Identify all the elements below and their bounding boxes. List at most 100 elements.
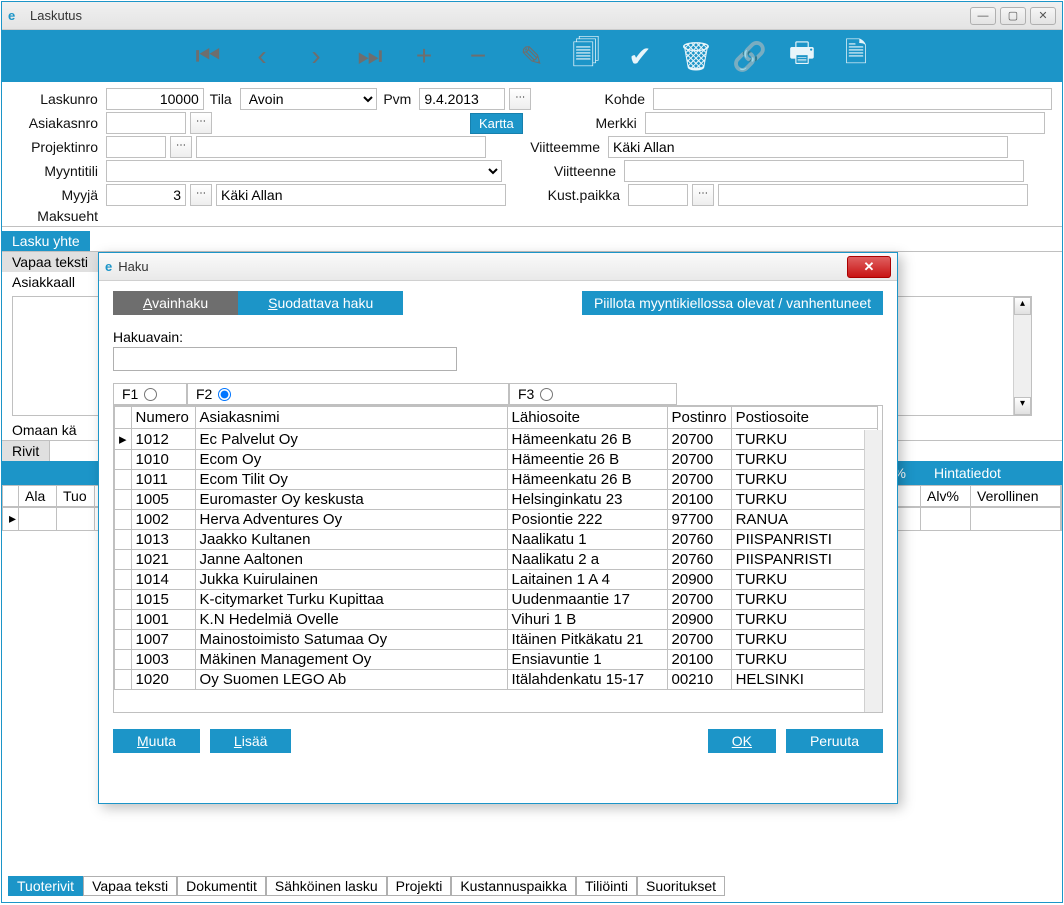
col-postiosoite[interactable]: Postiosoite [731, 407, 877, 429]
col-numero[interactable]: Numero [131, 407, 195, 429]
table-row[interactable]: 1021Janne AaltonenNaalikatu 2 a20760PIIS… [115, 550, 878, 570]
kustpaikka-lookup-button[interactable]: ⋯ [692, 184, 714, 206]
export-icon[interactable]: 🗎 [840, 32, 872, 80]
sort-f1-radio[interactable]: F1 [113, 383, 187, 405]
bottom-tab-tuoterivit[interactable]: Tuoterivit [8, 876, 83, 896]
bottom-tab-projekti[interactable]: Projekti [387, 876, 452, 896]
table-row[interactable]: 1007Mainostoimisto Satumaa OyItäinen Pit… [115, 630, 878, 650]
prev-icon[interactable]: ‹ [246, 40, 278, 72]
scroll-up-icon[interactable]: ▴ [1014, 297, 1031, 315]
asiakasnro-lookup-button[interactable]: ⋯ [190, 112, 212, 134]
myyja-name-input[interactable] [216, 184, 506, 206]
col-postinro[interactable]: Postinro [667, 407, 731, 429]
table-row[interactable]: 1013Jaakko KultanenNaalikatu 120760PIISP… [115, 530, 878, 550]
copy-icon[interactable]: 🗐 [570, 32, 602, 80]
kohde-label: Kohde [569, 91, 649, 107]
muuta-button[interactable]: Muuta [113, 729, 200, 753]
projektinro-lookup-button[interactable]: ⋯ [170, 136, 192, 158]
laskunro-label: Laskunro [12, 91, 102, 107]
table-row[interactable]: 1011Ecom Tilit OyHämeenkatu 26 B20700TUR… [115, 470, 878, 490]
table-row[interactable]: 1001K.N Hedelmiä OvelleVihuri 1 B20900TU… [115, 610, 878, 630]
table-scrollbar[interactable] [864, 430, 882, 712]
myyja-lookup-button[interactable]: ⋯ [190, 184, 212, 206]
kartta-button[interactable]: Kartta [470, 113, 523, 134]
delete-icon[interactable]: 🗑 [678, 40, 710, 73]
search-dialog: e Haku ✕ Avainhaku Suodattava haku Piill… [98, 252, 898, 804]
table-row[interactable]: 1015K-citymarket Turku KupittaaUudenmaan… [115, 590, 878, 610]
hakuavain-label: Hakuavain: [113, 329, 883, 345]
lisaa-button[interactable]: Lisää [210, 729, 291, 753]
viitteenne-input[interactable] [624, 160, 1024, 182]
bottom-tabs: TuoterivitVapaa tekstiDokumentitSähköine… [8, 876, 725, 896]
remove-icon[interactable]: − [462, 40, 494, 72]
viitteenne-label: Viitteenne [540, 163, 620, 179]
print-icon[interactable]: 🖶 [786, 32, 818, 80]
viitteemme-input[interactable] [608, 136, 1008, 158]
kustpaikka-input[interactable] [628, 184, 688, 206]
dialog-title: Haku [118, 259, 847, 274]
viitteemme-label: Viitteemme [524, 139, 604, 155]
merkki-input[interactable] [645, 112, 1045, 134]
laskunro-input[interactable] [106, 88, 204, 110]
tab-suodattava-haku[interactable]: Suodattava haku [238, 291, 403, 315]
col-asiakasnimi[interactable]: Asiakasnimi [195, 407, 507, 429]
tila-label: Tila [208, 91, 236, 107]
hide-sales-ban-button[interactable]: Piillota myyntikiellossa olevat / vanhen… [582, 291, 883, 315]
tab-avainhaku[interactable]: Avainhaku [113, 291, 238, 315]
bottom-tab-sähköinen-lasku[interactable]: Sähköinen lasku [266, 876, 387, 896]
bottom-tab-vapaa-teksti[interactable]: Vapaa teksti [83, 876, 177, 896]
last-icon[interactable]: ⏭ [354, 40, 386, 73]
lasku-yhteensa-tab[interactable]: Lasku yhte [2, 231, 90, 251]
sort-f3-radio[interactable]: F3 [509, 383, 677, 405]
projektinro-name-input[interactable] [196, 136, 486, 158]
window-title: Laskutus [30, 8, 970, 23]
pvm-label: Pvm [381, 91, 415, 107]
table-row[interactable]: 1002Herva Adventures OyPosiontie 2229770… [115, 510, 878, 530]
col-ala: Ala [19, 486, 57, 506]
table-row[interactable]: 1005Euromaster Oy keskustaHelsinginkatu … [115, 490, 878, 510]
col-lahiosoite[interactable]: Lähiosoite [507, 407, 667, 429]
first-icon[interactable]: ⏮ [192, 40, 224, 73]
peruuta-button[interactable]: Peruuta [786, 729, 883, 753]
hakuavain-input[interactable] [113, 347, 457, 371]
kustpaikka-name-input[interactable] [718, 184, 1028, 206]
col-verollinen: Verollinen [971, 486, 1061, 506]
tila-select[interactable]: Avoin [240, 88, 378, 110]
attachment-icon[interactable]: 🔗 [732, 40, 764, 73]
table-row[interactable]: ▸1012Ec Palvelut OyHämeenkatu 26 B20700T… [115, 429, 878, 450]
close-button[interactable]: ✕ [1030, 7, 1056, 25]
dialog-titlebar: e Haku ✕ [99, 253, 897, 281]
dialog-close-button[interactable]: ✕ [847, 256, 891, 278]
bottom-tab-kustannuspaikka[interactable]: Kustannuspaikka [451, 876, 576, 896]
kohde-input[interactable] [653, 88, 1052, 110]
edit-icon[interactable]: ✎ [516, 40, 548, 73]
confirm-icon[interactable]: ✔ [624, 40, 656, 73]
table-row[interactable]: 1010Ecom OyHämeentie 26 B20700TURKU [115, 450, 878, 470]
add-icon[interactable]: + [408, 40, 440, 72]
results-table[interactable]: Numero Asiakasnimi Lähiosoite Postinro P… [113, 405, 883, 713]
next-icon[interactable]: › [300, 40, 332, 72]
bottom-tab-suoritukset[interactable]: Suoritukset [637, 876, 725, 896]
bottom-tab-tiliöinti[interactable]: Tiliöinti [576, 876, 637, 896]
minimize-button[interactable]: — [970, 7, 996, 25]
projektinro-input[interactable] [106, 136, 166, 158]
table-row[interactable]: 1003Mäkinen Management OyEnsiavuntie 120… [115, 650, 878, 670]
app-icon: e [8, 8, 24, 24]
kustpaikka-label: Kust.paikka [544, 187, 624, 203]
bottom-tab-dokumentit[interactable]: Dokumentit [177, 876, 266, 896]
scroll-down-icon[interactable]: ▾ [1014, 397, 1031, 415]
sort-f2-radio[interactable]: F2 [187, 383, 509, 405]
toolbar: ⏮ ‹ › ⏭ + − ✎ 🗐 ✔ 🗑 🔗 🖶 🗎 [2, 30, 1062, 82]
projektinro-label: Projektinro [12, 139, 102, 155]
merkki-label: Merkki [561, 115, 641, 131]
col-hintatiedot: Hintatiedot [934, 465, 1054, 481]
table-row[interactable]: 1020Oy Suomen LEGO AbItälahdenkatu 15-17… [115, 670, 878, 690]
maximize-button[interactable]: ▢ [1000, 7, 1026, 25]
asiakasnro-input[interactable] [106, 112, 186, 134]
pvm-picker-button[interactable]: ⋯ [509, 88, 531, 110]
table-row[interactable]: 1014Jukka KuirulainenLaitainen 1 A 42090… [115, 570, 878, 590]
myyja-nro-input[interactable] [106, 184, 186, 206]
pvm-input[interactable] [419, 88, 505, 110]
myyntitili-select[interactable] [106, 160, 502, 182]
ok-button[interactable]: OK [708, 729, 776, 753]
